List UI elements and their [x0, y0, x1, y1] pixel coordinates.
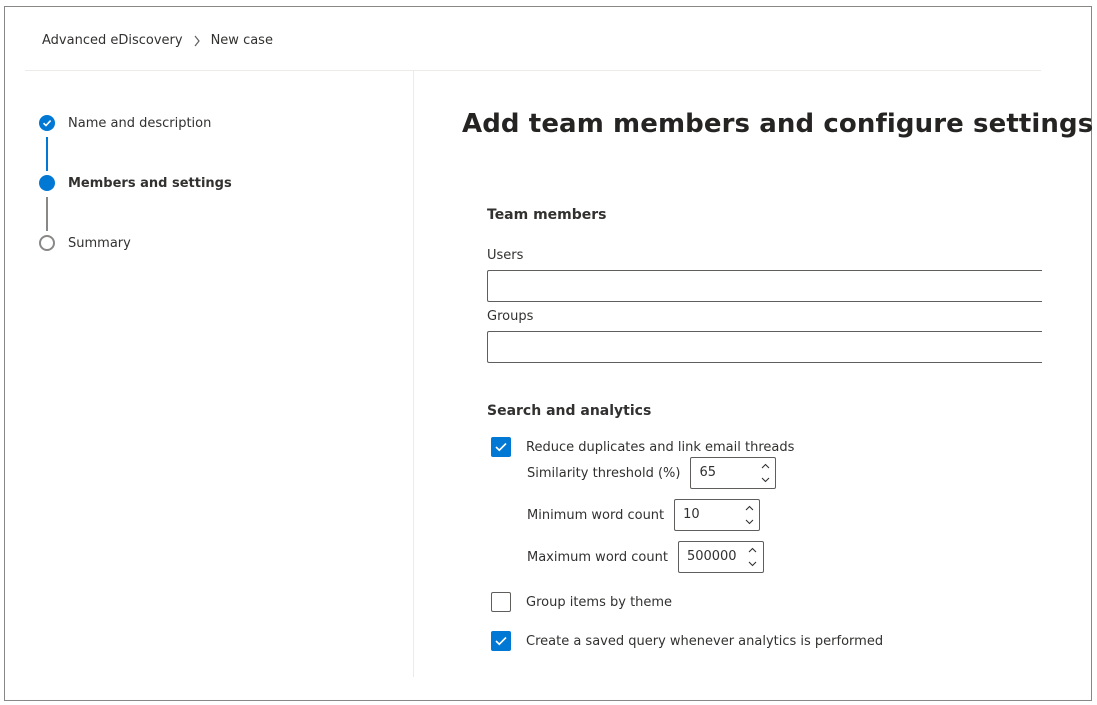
saved-query-label: Create a saved query whenever analytics … [526, 633, 884, 649]
page-title: Add team members and configure settings [462, 109, 1094, 139]
search-analytics-heading: Search and analytics [487, 403, 652, 419]
users-label: Users [487, 248, 524, 263]
similarity-threshold-value[interactable]: 65 [699, 465, 716, 480]
min-word-count-row: Minimum word count 10 [527, 499, 761, 531]
group-by-theme-checkbox[interactable] [491, 592, 511, 612]
max-word-count-spinner[interactable]: 500000 [677, 541, 764, 573]
saved-query-checkbox-row[interactable]: Create a saved query whenever analytics … [491, 631, 883, 651]
step-label: Members and settings [68, 175, 232, 191]
step-connector-2 [46, 197, 48, 231]
pending-step-icon [39, 235, 55, 251]
similarity-threshold-row: Similarity threshold (%) 65 [527, 457, 777, 489]
chevron-up-icon[interactable] [743, 502, 755, 514]
group-by-theme-checkbox-row[interactable]: Group items by theme [491, 592, 672, 612]
reduce-duplicates-checkbox[interactable] [491, 437, 511, 457]
min-word-count-value[interactable]: 10 [683, 507, 700, 522]
step-label: Summary [68, 235, 131, 251]
chevron-up-icon[interactable] [759, 460, 771, 472]
saved-query-checkbox[interactable] [491, 631, 511, 651]
users-input[interactable] [487, 270, 1042, 302]
similarity-threshold-spinner[interactable]: 65 [690, 457, 777, 489]
min-word-count-spinner[interactable]: 10 [674, 499, 761, 531]
current-step-icon [39, 175, 55, 191]
step-label: Name and description [68, 115, 212, 131]
step-name-and-description[interactable]: Name and description [39, 115, 211, 131]
chevron-down-icon[interactable] [759, 474, 771, 486]
groups-input[interactable] [487, 331, 1042, 363]
min-word-count-label: Minimum word count [527, 507, 665, 523]
max-word-count-value[interactable]: 500000 [687, 549, 737, 564]
group-by-theme-label: Group items by theme [526, 594, 673, 610]
chevron-down-icon[interactable] [747, 558, 759, 570]
step-summary[interactable]: Summary [39, 235, 131, 251]
max-word-count-row: Maximum word count 500000 [527, 541, 764, 573]
max-word-count-label: Maximum word count [527, 549, 668, 565]
similarity-threshold-label: Similarity threshold (%) [527, 465, 681, 481]
groups-label: Groups [487, 309, 534, 324]
checkmark-circle-icon [39, 115, 55, 131]
breadcrumb: Advanced eDiscovery New case [42, 33, 273, 48]
reduce-duplicates-checkbox-row[interactable]: Reduce duplicates and link email threads [491, 437, 794, 457]
wizard-frame: Advanced eDiscovery New case Name and de… [4, 6, 1094, 701]
checkmark-icon [495, 636, 507, 646]
header-divider [25, 70, 1041, 71]
step-members-and-settings[interactable]: Members and settings [39, 175, 232, 191]
chevron-up-icon[interactable] [747, 544, 759, 556]
panel-divider [413, 71, 414, 677]
reduce-duplicates-label: Reduce duplicates and link email threads [526, 439, 795, 455]
breadcrumb-item-new-case: New case [210, 33, 273, 48]
chevron-down-icon[interactable] [743, 516, 755, 528]
breadcrumb-item-advanced-ediscovery[interactable]: Advanced eDiscovery [42, 33, 183, 48]
team-members-heading: Team members [487, 207, 607, 223]
chevron-right-icon [193, 35, 201, 47]
step-connector-1 [46, 137, 48, 171]
checkmark-icon [495, 442, 507, 452]
